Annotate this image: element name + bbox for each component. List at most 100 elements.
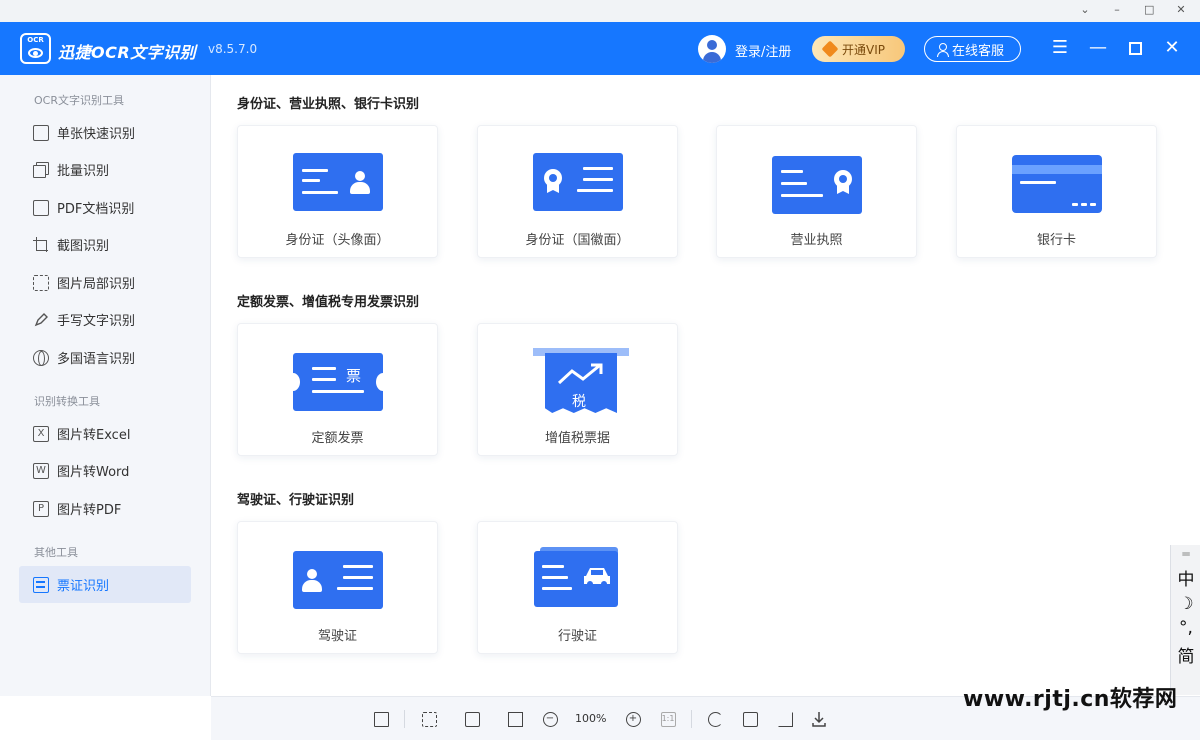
card-vehicle-license[interactable]: 行驶证 — [477, 521, 678, 654]
card-bank-card[interactable]: 银行卡 — [956, 125, 1157, 258]
section-title-id-license-bank: 身份证、营业执照、银行卡识别 — [237, 97, 420, 112]
actual-size-label: 1:1 — [660, 711, 676, 727]
maximize-icon[interactable] — [1125, 38, 1145, 58]
card-label: 增值税票据 — [544, 431, 610, 446]
bank-card-icon — [1012, 153, 1102, 215]
watermark: www.rjtj.cn软荐网 — [963, 687, 1178, 712]
login-register-link[interactable]: 登录/注册 — [735, 41, 791, 60]
excel-icon: X — [33, 425, 49, 442]
actual-size-icon[interactable]: 1:1 — [658, 709, 678, 729]
business-license-icon — [772, 153, 862, 215]
card-id-back[interactable]: 身份证（国徽面） — [477, 125, 678, 258]
sidebar-item-label: 截图识别 — [57, 239, 110, 254]
sidebar-item-label: 票证识别 — [57, 579, 110, 594]
sidebar-item-batch-recognition[interactable]: 批量识别 — [19, 151, 191, 188]
layout-icon[interactable] — [371, 709, 391, 729]
id-card-emblem-icon — [533, 153, 623, 215]
logo-text: OCR — [27, 36, 44, 44]
sidebar-item-handwriting-recognition[interactable]: 手写文字识别 — [19, 301, 191, 338]
vehicle-license-icon — [534, 547, 624, 609]
globe-icon — [33, 349, 49, 366]
ime-script-toggle[interactable]: 简 — [1171, 642, 1200, 667]
card-id-front[interactable]: 身份证（头像面） — [237, 125, 438, 258]
compare-icon[interactable] — [462, 709, 482, 729]
card-label: 营业执照 — [790, 233, 843, 248]
avatar-head — [707, 40, 717, 50]
app-logo: OCR — [20, 33, 51, 64]
rotate-icon[interactable] — [705, 709, 725, 729]
app-version: v8.5.7.0 — [208, 42, 258, 56]
zoom-in-icon[interactable]: + — [623, 709, 643, 729]
toolbar-divider — [691, 710, 692, 728]
fixed-invoice-icon: 票 — [286, 351, 390, 413]
card-label: 定额发票 — [311, 431, 364, 446]
toolbar-divider — [404, 710, 405, 728]
avatar[interactable] — [698, 35, 726, 63]
card-label: 银行卡 — [1036, 233, 1076, 248]
single-image-icon — [33, 124, 49, 141]
sidebar-section-other-tools: 其他工具 — [34, 546, 78, 559]
pdf-document-icon — [33, 199, 49, 216]
minimize-icon[interactable]: — — [1088, 38, 1108, 58]
os-close-icon[interactable]: ✕ — [1176, 3, 1186, 16]
main-content: 身份证、营业执照、银行卡识别 身份证（头像面） 身份证（国徽面） 营业执照 银行… — [211, 75, 1200, 696]
open-vip-button[interactable]: 开通VIP — [812, 36, 905, 62]
sidebar-item-region-recognition[interactable]: 图片局部识别 — [19, 264, 191, 301]
sidebar: OCR文字识别工具 单张快速识别 批量识别 PDF文档识别 截图识别 图片局部识… — [0, 75, 211, 696]
card-fixed-invoice[interactable]: 票 定额发票 — [237, 323, 438, 456]
card-label: 身份证（国徽面） — [525, 233, 630, 248]
scan-icon[interactable] — [419, 709, 439, 729]
app-header: OCR 迅捷OCR文字识别 v8.5.7.0 登录/注册 开通VIP 在线客服 … — [0, 22, 1200, 75]
crop-icon — [33, 236, 49, 253]
app-title: 迅捷OCR文字识别 — [58, 43, 197, 62]
os-window-controls: ⌄ – □ ✕ — [1080, 3, 1186, 16]
sidebar-item-pdf-recognition[interactable]: PDF文档识别 — [19, 189, 191, 226]
card-label: 身份证（头像面） — [285, 233, 390, 248]
sidebar-section-ocr-tools: OCR文字识别工具 — [34, 94, 124, 107]
ime-grip-icon[interactable]: ═ — [1171, 547, 1200, 561]
scan-region-icon — [33, 274, 49, 291]
sidebar-item-label: 单张快速识别 — [57, 127, 136, 142]
zoom-level: 100% — [575, 712, 607, 725]
sidebar-item-multilingual-recognition[interactable]: 多国语言识别 — [19, 339, 191, 376]
sidebar-item-label: 手写文字识别 — [57, 314, 136, 329]
sidebar-item-single-recognition[interactable]: 单张快速识别 — [19, 114, 191, 151]
batch-icon — [33, 161, 49, 178]
fit-window-icon[interactable] — [505, 709, 525, 729]
zoom-out-icon[interactable]: − — [540, 709, 560, 729]
ime-toolbar: ═ 中 ☽ °, 简 — [1170, 545, 1200, 695]
invoice-glyph: 票 — [346, 367, 362, 385]
menu-icon[interactable]: ☰ — [1050, 38, 1070, 58]
card-driver-license[interactable]: 驾驶证 — [237, 521, 438, 654]
sidebar-item-label: PDF文档识别 — [57, 202, 135, 217]
pdf-icon: P — [33, 500, 49, 517]
crop-tool-icon[interactable] — [775, 709, 795, 729]
window-title-bar: ⌄ – □ ✕ — [0, 0, 1200, 22]
os-minimize-icon[interactable]: – — [1112, 3, 1122, 16]
edit-icon[interactable] — [740, 709, 760, 729]
sidebar-item-label: 图片转Word — [57, 465, 130, 480]
online-service-button[interactable]: 在线客服 — [924, 36, 1021, 62]
sidebar-item-label: 图片转PDF — [57, 503, 122, 518]
ime-halfwidth-toggle[interactable]: ☽ — [1171, 594, 1200, 614]
ticket-icon — [33, 576, 49, 593]
download-icon[interactable] — [809, 709, 829, 729]
sidebar-item-image-to-word[interactable]: W 图片转Word — [19, 452, 191, 489]
card-vat-invoice[interactable]: 税 增值税票据 — [477, 323, 678, 456]
sidebar-item-image-to-excel[interactable]: X 图片转Excel — [19, 415, 191, 452]
avatar-body — [703, 52, 721, 63]
card-business-license[interactable]: 营业执照 — [716, 125, 917, 258]
sidebar-item-image-to-pdf[interactable]: P 图片转PDF — [19, 490, 191, 527]
vat-invoice-icon: 税 — [533, 348, 635, 413]
os-collapse-icon[interactable]: ⌄ — [1080, 3, 1090, 16]
sidebar-item-ticket-recognition[interactable]: 票证识别 — [19, 566, 191, 603]
sidebar-section-convert-tools: 识别转换工具 — [34, 395, 100, 408]
ime-mode-toggle[interactable]: 中 — [1171, 565, 1200, 590]
os-maximize-icon[interactable]: □ — [1144, 3, 1154, 16]
online-service-label: 在线客服 — [952, 43, 1005, 59]
diamond-icon — [821, 40, 839, 58]
sidebar-item-label: 多国语言识别 — [57, 352, 136, 367]
ime-punctuation-toggle[interactable]: °, — [1171, 618, 1200, 638]
sidebar-item-screenshot-recognition[interactable]: 截图识别 — [19, 226, 191, 263]
close-icon[interactable]: ✕ — [1162, 38, 1182, 58]
